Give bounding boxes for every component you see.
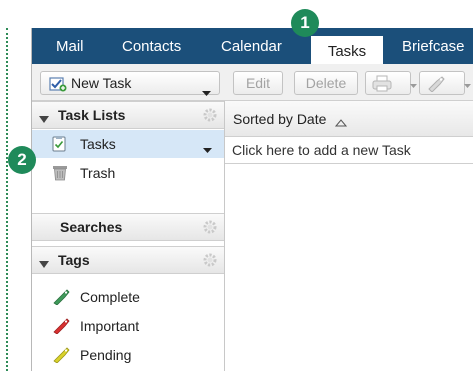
tab-tasks[interactable]: Tasks <box>311 36 383 64</box>
tags-header[interactable]: Tags <box>32 246 224 274</box>
sort-header[interactable]: Sorted by Date <box>225 101 473 137</box>
new-task-icon <box>49 76 67 98</box>
new-task-label: New Task <box>71 75 132 91</box>
tag-item-important[interactable]: Important <box>32 312 224 340</box>
sidebar-item-label: Trash <box>80 165 116 181</box>
trash-icon <box>52 165 68 184</box>
searches-title: Searches <box>60 219 123 235</box>
add-task-row[interactable]: Click here to add a new Task <box>225 137 473 164</box>
tags-title: Tags <box>58 252 90 268</box>
tab-calendar[interactable]: Calendar <box>221 28 282 64</box>
tab-briefcase[interactable]: Briefcase <box>402 28 465 64</box>
tag-item-complete[interactable]: Complete <box>32 283 224 311</box>
chevron-down-icon[interactable] <box>203 141 212 157</box>
callout-badge-2: 2 <box>8 146 36 174</box>
tag-icon <box>52 289 70 308</box>
gear-icon[interactable] <box>202 107 218 126</box>
collapse-triangle-icon[interactable] <box>39 256 49 272</box>
tag-label: Complete <box>80 289 140 305</box>
sort-label: Sorted by Date <box>233 111 327 127</box>
task-lists-title: Task Lists <box>58 107 126 123</box>
sidebar: Task Lists Tasks Trash Searches Tags Com… <box>32 101 225 371</box>
tag-item-pending[interactable]: Pending <box>32 341 224 369</box>
tag-label: Important <box>80 318 140 334</box>
tag-icon <box>52 318 70 337</box>
checklist-icon <box>52 136 66 155</box>
print-button[interactable] <box>365 71 417 95</box>
sidebar-item-trash[interactable]: Trash <box>32 159 224 187</box>
collapse-triangle-icon[interactable] <box>39 111 49 127</box>
searches-header[interactable]: Searches <box>32 213 224 241</box>
tab-contacts[interactable]: Contacts <box>122 28 181 64</box>
tab-mail[interactable]: Mail <box>56 28 84 64</box>
chevron-down-icon[interactable] <box>202 81 211 103</box>
toolbar: New Task Edit Delete <box>32 64 473 101</box>
app-tab-bar: Mail Contacts Calendar Tasks Briefcase <box>32 28 473 64</box>
new-task-button[interactable]: New Task <box>40 71 220 98</box>
delete-button[interactable]: Delete <box>294 71 358 95</box>
sidebar-item-tasks[interactable]: Tasks <box>32 130 224 158</box>
task-list-pane: Sorted by Date Click here to add a new T… <box>225 101 473 371</box>
tag-icon <box>52 347 70 366</box>
gear-icon[interactable] <box>202 252 218 271</box>
tag-label: Pending <box>80 347 132 363</box>
gear-icon[interactable] <box>202 219 218 238</box>
callout-badge-1: 1 <box>291 9 319 37</box>
tag-button[interactable] <box>419 71 471 95</box>
task-lists-header[interactable]: Task Lists <box>32 101 224 129</box>
dotted-guide-line <box>6 28 8 371</box>
sidebar-item-label: Tasks <box>80 136 116 152</box>
sort-ascending-icon[interactable] <box>334 114 348 130</box>
edit-button[interactable]: Edit <box>233 71 283 95</box>
app-window: Mail Contacts Calendar Tasks Briefcase N… <box>31 28 473 371</box>
add-task-placeholder: Click here to add a new Task <box>232 142 411 158</box>
